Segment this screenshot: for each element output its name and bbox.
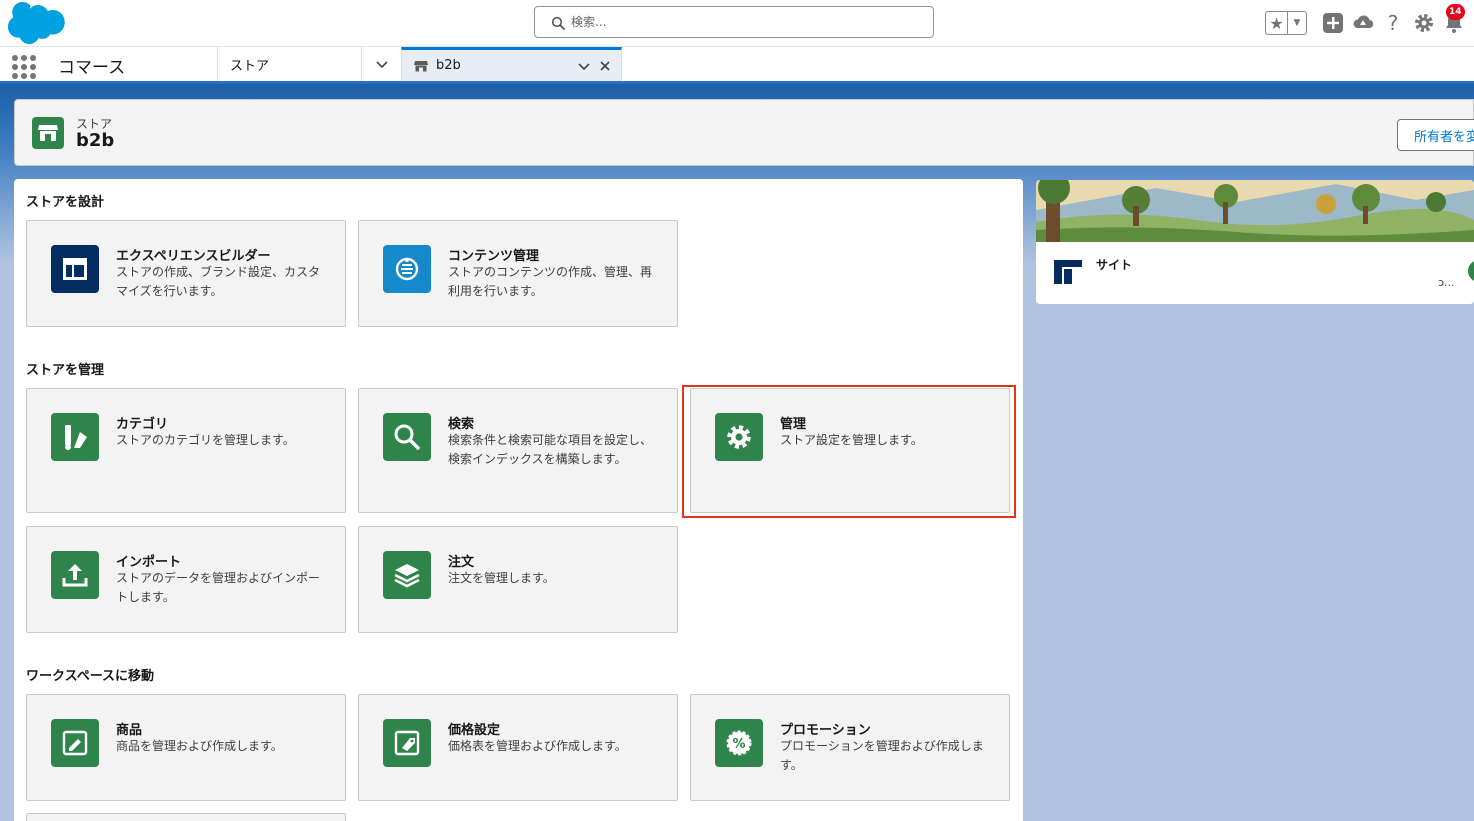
tile-title: 商品 [116,723,143,738]
global-actions-add-icon[interactable] [1321,11,1345,35]
page-title: b2b [76,130,115,151]
tile-title: エクスペリエンスビルダー [116,249,271,264]
global-header: ★ ▼ ? 14 [0,0,1474,47]
tile-import[interactable]: インポート ストアのデータを管理およびインポートします。 [26,526,346,633]
svg-text:?: ? [1388,11,1399,35]
stack-icon [383,551,431,599]
tile-description: ストアのデータを管理およびインポートします。 [116,571,321,604]
record-header: ストア b2b 所有者を変 [14,99,1474,166]
product-icon [51,719,99,767]
tile-title: 価格設定 [448,723,501,738]
nav-item-store-label: ストア [230,58,270,74]
tile-partial[interactable] [26,813,346,821]
global-search[interactable] [534,6,934,38]
tile-title: コンテンツ管理 [448,249,540,264]
header-utilities: ★ ▼ ? 14 [1259,4,1474,38]
experience-builder-icon [51,245,99,293]
navigation-bar: コマース ストア b2b [0,47,1474,84]
setup-gear-icon[interactable] [1412,11,1436,35]
store-icon [414,60,428,71]
chevron-down-icon[interactable]: ▼ [1288,12,1306,34]
content-management-icon [383,245,431,293]
notification-count-badge: 14 [1446,4,1465,20]
tile-title: 注文 [448,555,475,570]
tile-description: 商品を管理および作成します。 [116,739,283,753]
tile-content-management[interactable]: コンテンツ管理 ストアのコンテンツの作成、管理、再利用を行います。 [358,220,678,327]
site-status-indicator [1468,260,1474,282]
section-title-design: ストアを設計 [26,195,105,210]
store-record-icon [32,117,64,149]
tile-title: プロモーション [780,723,871,738]
tile-description: 注文を管理します。 [448,571,555,585]
tile-description: ストアの作成、ブランド設定、カスタマイズを行います。 [116,265,321,298]
tab-b2b-label: b2b [436,58,461,73]
landscape-banner-image [1036,180,1474,242]
tile-promotions[interactable]: % プロモーション プロモーションを管理および作成します。 [690,694,1010,801]
tile-title: インポート [116,555,182,570]
tile-pricing[interactable]: 価格設定 価格表を管理および作成します。 [358,694,678,801]
tile-description: 価格表を管理および作成します。 [448,739,627,753]
nav-store-dropdown[interactable] [361,47,401,81]
site-label: サイト [1096,258,1133,272]
category-icon [51,413,99,461]
tile-orders[interactable]: 注文 注文を管理します。 [358,526,678,633]
search-input[interactable] [571,11,921,33]
tile-description: ストアのコンテンツの作成、管理、再利用を行います。 [448,265,653,298]
tile-description: プロモーションを管理および作成します。 [780,739,984,772]
section-title-workspace: ワークスペースに移動 [26,669,155,684]
app-name: コマース [58,58,126,78]
price-tag-icon [383,719,431,767]
tile-title: 検索 [448,417,475,432]
tile-category[interactable]: カテゴリ ストアのカテゴリを管理します。 [26,388,346,513]
svg-text:%: % [732,737,745,752]
salesforce-logo[interactable] [4,2,66,44]
trailhead-cloud-icon[interactable] [1351,11,1375,35]
store-home-card: ストアを設計 エクスペリエンスビルダー ストアの作成、ブランド設定、カスタマイズ… [14,179,1023,821]
site-truncated-text: ɔ... [1438,276,1455,289]
tile-description: ストアのカテゴリを管理します。 [116,433,295,447]
help-icon[interactable]: ? [1381,11,1405,35]
close-icon[interactable] [598,59,612,73]
site-card: サイト ɔ... [1036,180,1474,304]
experience-site-icon [1052,256,1084,288]
favorites-button[interactable]: ★ ▼ [1265,11,1307,35]
percent-badge-icon: % [715,719,763,767]
highlight-annotation [682,385,1016,518]
tab-b2b[interactable]: b2b [401,47,622,81]
tile-search[interactable]: 検索 検索条件と検索可能な項目を設定し、検索インデックスを構築します。 [358,388,678,513]
nav-item-store[interactable]: ストア [217,47,361,81]
chevron-down-icon [375,61,388,69]
star-icon[interactable]: ★ [1266,12,1288,34]
tile-description: 検索条件と検索可能な項目を設定し、検索インデックスを構築します。 [448,433,653,466]
tile-title: カテゴリ [116,417,169,432]
change-owner-button[interactable]: 所有者を変 [1397,119,1474,151]
tile-products[interactable]: 商品 商品を管理および作成します。 [26,694,346,801]
tile-experience-builder[interactable]: エクスペリエンスビルダー ストアの作成、ブランド設定、カスタマイズを行います。 [26,220,346,327]
app-launcher-icon[interactable] [12,55,36,79]
search-icon [383,413,431,461]
chevron-down-icon[interactable] [577,59,591,73]
section-title-manage: ストアを管理 [26,363,105,378]
search-icon [551,16,565,30]
upload-icon [51,551,99,599]
